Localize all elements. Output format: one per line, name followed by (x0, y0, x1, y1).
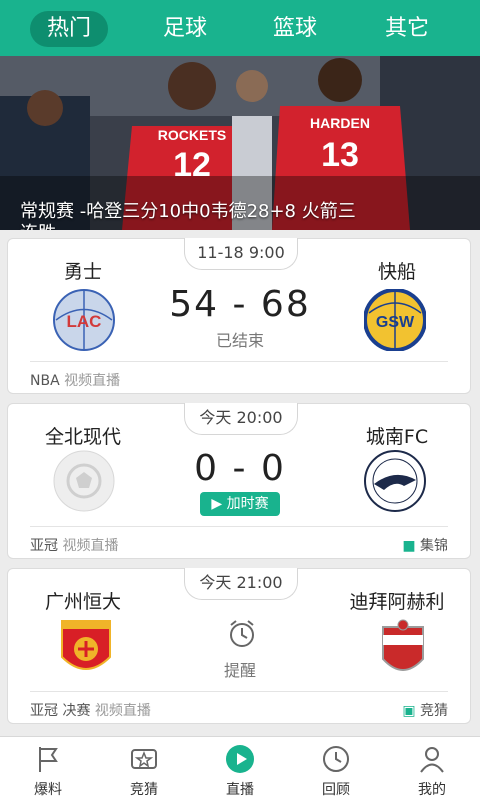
broadcast-label[interactable]: 视频直播 (62, 538, 118, 554)
placeholder-ball-icon (53, 450, 115, 512)
tab-football[interactable]: 足球 (146, 11, 224, 47)
league-label: 亚冠 (30, 538, 58, 554)
video-camera-icon: ■ (402, 538, 416, 554)
hero-banner[interactable]: ROCKETS 12 HARDEN 13 常规赛 -哈登三分10中0韦德28+8… (0, 56, 480, 230)
nav-item-news[interactable]: 爆料 (0, 737, 96, 801)
match-card[interactable]: 今天 21:00 广州恒大 迪拜阿赫利 提醒 亚冠 决赛 视频直播 ▣ 竞猜 (7, 568, 471, 724)
nav-label: 直播 (226, 782, 254, 798)
match-score: 0 - 0 (194, 448, 286, 489)
svg-text:13: 13 (321, 136, 359, 174)
nav-item-review[interactable]: 回顾 (288, 737, 384, 801)
lac-logo-icon: LAC (53, 289, 115, 351)
league-label: NBA (30, 373, 60, 389)
match-time: 11-18 9:00 (184, 238, 298, 270)
al-ahli-logo-icon (382, 619, 424, 671)
play-icon (226, 745, 254, 773)
home-team-name: 勇士 (63, 261, 102, 283)
card-divider (30, 691, 448, 692)
nav-item-profile[interactable]: 我的 (384, 737, 480, 801)
svg-text:HARDEN: HARDEN (310, 115, 370, 131)
tab-other[interactable]: 其它 (368, 11, 446, 47)
gsw-logo-icon: GSW (364, 289, 426, 351)
match-status: 已结束 (215, 331, 264, 350)
bottom-navigation: 爆料 竞猜 直播 回顾 我的 (0, 736, 480, 801)
nav-label: 竞猜 (130, 782, 158, 798)
person-icon (420, 747, 444, 773)
guangzhou-logo-icon (61, 620, 111, 670)
league-label: 亚冠 决赛 (30, 703, 91, 719)
flag-icon (39, 747, 58, 772)
clock-icon (323, 746, 349, 772)
nav-label: 回顾 (322, 782, 350, 798)
overtime-badge[interactable]: ▶ 加时赛 (200, 492, 280, 516)
overtime-label: 加时赛 (226, 496, 269, 512)
guess-link[interactable]: ▣ 竞猜 (402, 700, 448, 720)
card-divider (30, 361, 448, 362)
alarm-clock-icon[interactable] (226, 617, 258, 649)
remind-label[interactable]: 提醒 (168, 657, 312, 681)
play-icon: ▶ (211, 496, 223, 512)
card-divider (30, 526, 448, 527)
nav-label: 我的 (418, 782, 446, 798)
lac-logo-text: LAC (67, 312, 102, 331)
tab-basketball[interactable]: 篮球 (256, 11, 334, 47)
svg-text:ROCKETS: ROCKETS (158, 127, 226, 143)
broadcast-label[interactable]: 视频直播 (64, 373, 120, 389)
away-team-name: 城南FC (365, 426, 429, 448)
match-card[interactable]: 今天 20:00 全北现代 城南FC 0 - 0 ▶ 加时赛 亚冠 视频直播 ■… (7, 403, 471, 559)
match-time: 今天 21:00 (184, 568, 298, 600)
hero-caption-line2: 连胜 (20, 221, 56, 230)
nav-label: 爆料 (34, 782, 62, 798)
highlights-link[interactable]: ■ 集锦 (402, 535, 448, 555)
away-team-name: 快船 (377, 261, 416, 283)
gsw-logo-text: GSW (376, 314, 415, 331)
ticket-icon: ▣ (402, 703, 416, 719)
home-team-name: 广州恒大 (44, 591, 121, 613)
match-footer: NBA 视频直播 (30, 370, 120, 390)
highlights-label: 集锦 (420, 538, 448, 554)
match-card[interactable]: 11-18 9:00 勇士 快船 LAC GSW 54 - 68 已结束 NBA… (7, 238, 471, 394)
star-ticket-icon (131, 749, 157, 769)
match-footer: 亚冠 视频直播 (30, 535, 118, 555)
home-team-name: 全北现代 (44, 426, 121, 448)
guess-label: 竞猜 (420, 703, 448, 719)
away-team-name: 迪拜阿赫利 (349, 591, 445, 613)
match-time: 今天 20:00 (184, 403, 298, 435)
match-score: 54 - 68 (169, 284, 311, 325)
nav-item-live[interactable]: 直播 (192, 737, 288, 801)
hero-caption: 常规赛 -哈登三分10中0韦德28+8 火箭三 (20, 201, 356, 222)
top-tab-bar: 热门 足球 篮球 其它 (0, 0, 480, 56)
tab-hot[interactable]: 热门 (30, 11, 108, 47)
broadcast-label[interactable]: 视频直播 (95, 703, 151, 719)
seongnam-logo-icon (364, 450, 426, 512)
match-footer: 亚冠 决赛 视频直播 (30, 700, 151, 720)
nav-item-guess[interactable]: 竞猜 (96, 737, 192, 801)
